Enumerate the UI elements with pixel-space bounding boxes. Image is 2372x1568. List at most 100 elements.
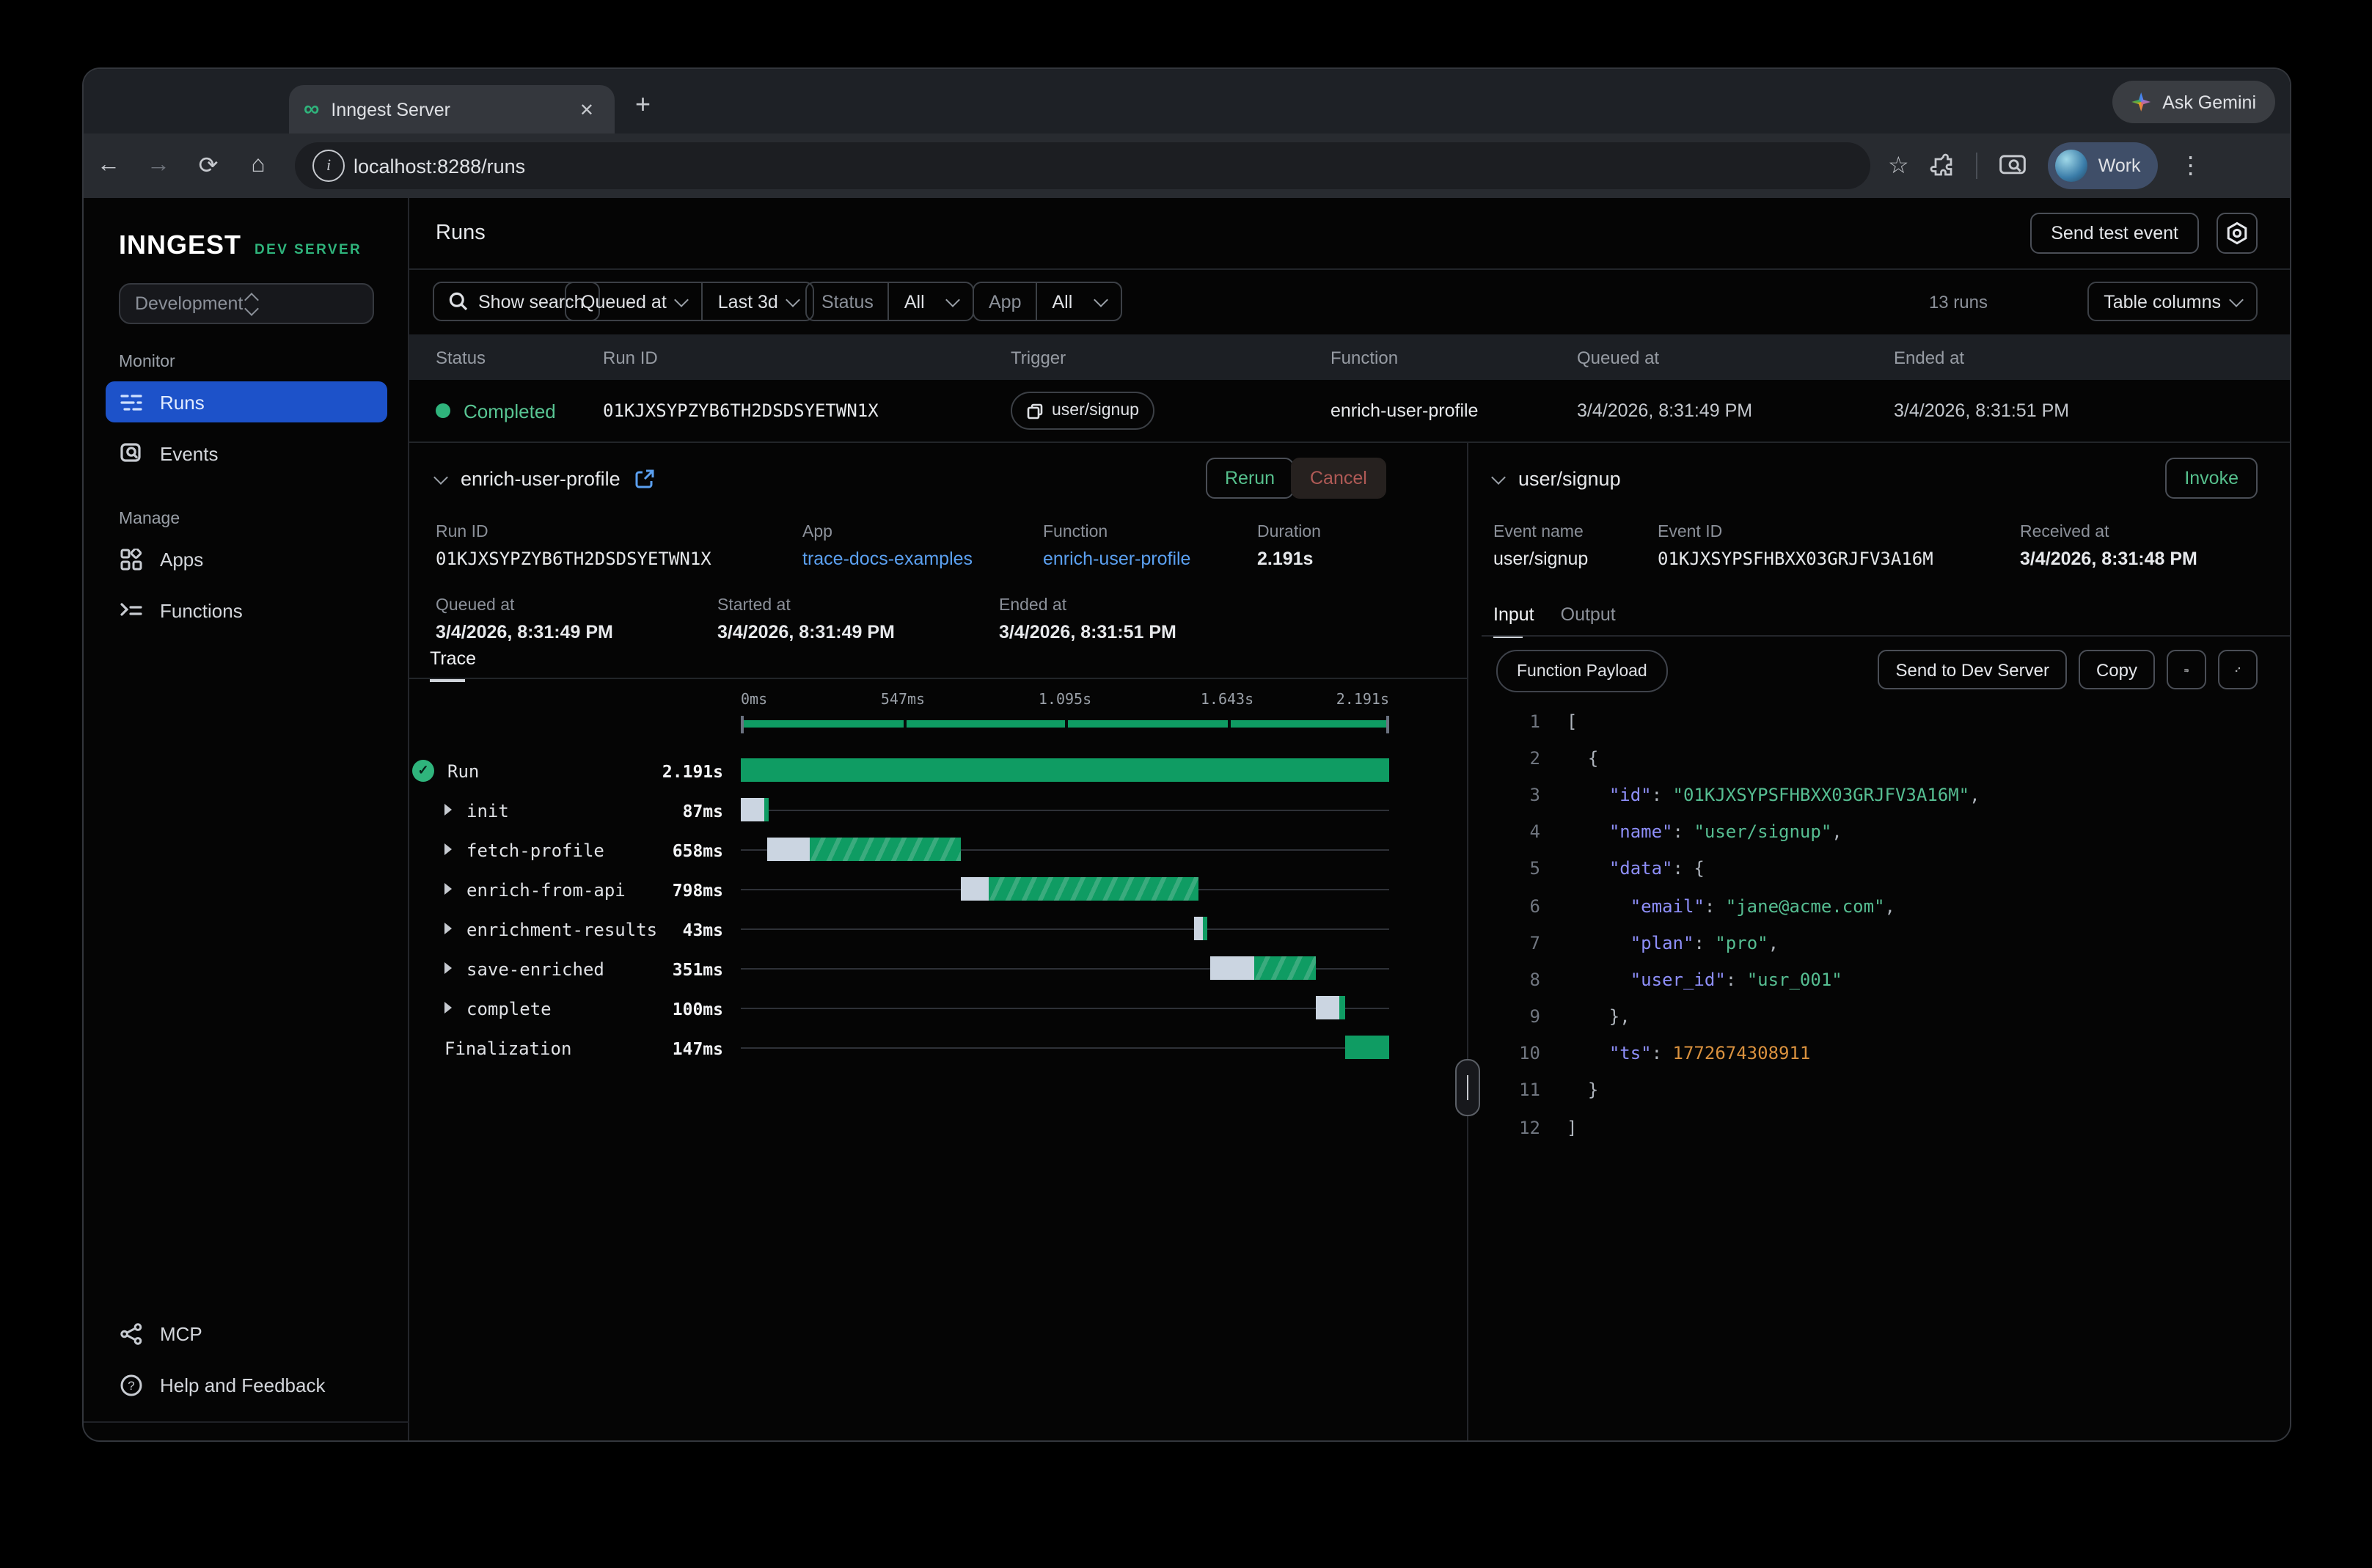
trace-bar-delay (766, 838, 810, 861)
trace-row-enrichment-results[interactable]: enrichment-results43ms (409, 909, 1467, 949)
axis-tick: 1.095s (1039, 692, 1091, 708)
code-line: 3 "id": "01KJXSYPSFHBXX03GRJFV3A16M", (1482, 777, 2290, 813)
trace-bar-hatch (1255, 956, 1316, 980)
cancel-button[interactable]: Cancel (1291, 458, 1386, 499)
panel-resize-handle[interactable] (1455, 1059, 1480, 1116)
search-tabs-icon[interactable] (1999, 153, 2028, 179)
back-icon[interactable]: ← (84, 153, 133, 179)
word-wrap-button[interactable] (2167, 650, 2206, 689)
app-filter[interactable]: App All (973, 282, 1122, 321)
trace-track (741, 810, 1389, 811)
invoke-button[interactable]: Invoke (2165, 458, 2258, 499)
send-to-dev-server-button[interactable]: Send to Dev Server (1878, 650, 2067, 689)
share-nodes-icon (119, 1322, 142, 1345)
sidebar-item-help[interactable]: ? Help and Feedback (106, 1364, 387, 1405)
url-bar[interactable]: i localhost:8288/runs (295, 142, 1870, 189)
ask-gemini-button[interactable]: Ask Gemini (2112, 81, 2275, 123)
tab-input[interactable]: Input (1493, 604, 1534, 638)
caret-right-icon[interactable] (444, 883, 452, 895)
trace-row-run[interactable]: ✓Run2.191s (409, 751, 1467, 791)
sidebar-item-mcp[interactable]: MCP (106, 1313, 387, 1354)
reload-icon[interactable]: ⟳ (183, 151, 233, 180)
send-test-event-button[interactable]: Send test event (2030, 213, 2199, 254)
browser-menu-icon[interactable]: ⋮ (2179, 151, 2203, 180)
caret-right-icon[interactable] (444, 962, 452, 974)
trace-row-init[interactable]: init87ms (409, 791, 1467, 830)
browser-tab[interactable]: ∞ Inngest Server ✕ (289, 85, 615, 133)
tab-output[interactable]: Output (1561, 604, 1616, 638)
search-icon (449, 292, 468, 311)
pane-divider (1467, 443, 1468, 1440)
payload-code-editor[interactable]: 1[2 {3 "id": "01KJXSYPSFHBXX03GRJFV3A16M… (1482, 703, 2290, 1440)
tab-close-icon[interactable]: ✕ (574, 96, 600, 122)
trace-row-save-enriched[interactable]: save-enriched351ms (409, 949, 1467, 989)
sidebar-item-functions[interactable]: Functions (106, 590, 387, 631)
trigger-pill[interactable]: user/signup (1011, 392, 1155, 430)
sidebar-item-apps[interactable]: Apps (106, 538, 387, 579)
table-columns-button[interactable]: Table columns (2087, 282, 2258, 321)
trace-row-finalization[interactable]: Finalization147ms (409, 1028, 1467, 1068)
gear-icon (2225, 221, 2249, 245)
expand-button[interactable] (2218, 650, 2258, 689)
duration-field: Duration 2.191s (1257, 524, 1321, 569)
collapse-chevron-icon[interactable] (1491, 469, 1506, 484)
caret-right-icon[interactable] (444, 804, 452, 816)
detail-panes: enrich-user-profile Rerun Cancel Run ID … (409, 443, 2290, 1440)
trace-track (741, 928, 1389, 930)
help-icon: ? (119, 1373, 142, 1396)
external-link-icon[interactable] (635, 469, 654, 488)
trace-minimap[interactable] (741, 716, 1389, 733)
trace-rows: ✓Run2.191sinit87msfetch-profile658msenri… (409, 751, 1467, 1068)
table-row[interactable]: Completed 01KJXSYPZYB6TH2DSDSYETWN1X use… (409, 380, 2290, 443)
trace-bar-solid (741, 758, 1389, 782)
caret-right-icon[interactable] (444, 923, 452, 934)
axis-tick: 547ms (881, 692, 925, 708)
collapse-chevron-icon[interactable] (433, 469, 448, 484)
sidebar-item-events[interactable]: Events (106, 433, 387, 474)
copy-button[interactable]: Copy (2079, 650, 2155, 689)
trace-bar-solid (1346, 1036, 1389, 1059)
app-link[interactable]: trace-docs-examples (802, 549, 973, 569)
chevron-down-icon (1094, 292, 1108, 307)
queued-at-filter[interactable]: Queued at Last 3d (565, 282, 815, 321)
new-tab-button[interactable]: + (635, 89, 651, 120)
logo-row: INNGEST DEV SERVER (119, 230, 362, 261)
function-link[interactable]: enrich-user-profile (1043, 549, 1190, 569)
code-text: "user_id": "usr_001" (1567, 970, 1842, 990)
status-filter[interactable]: Status All (805, 282, 975, 321)
line-number: 3 (1482, 785, 1540, 805)
app-field: App trace-docs-examples (802, 524, 973, 569)
sidebar-item-runs[interactable]: Runs (106, 381, 387, 422)
code-line: 5 "data": { (1482, 851, 2290, 887)
run-detail-header: enrich-user-profile (436, 458, 654, 499)
trace-step-label: save-enriched (466, 959, 604, 980)
trace-bar-delay (741, 798, 764, 821)
code-line: 8 "user_id": "usr_001" (1482, 961, 2290, 998)
settings-gear-button[interactable] (2217, 213, 2258, 254)
app-filter-value: All (1053, 291, 1073, 312)
environment-select-value: Development (135, 293, 246, 314)
trace-row-fetch-profile[interactable]: fetch-profile658ms (409, 830, 1467, 870)
bookmark-star-icon[interactable]: ☆ (1888, 151, 1909, 180)
caret-right-icon[interactable] (444, 843, 452, 855)
environment-select[interactable]: Development (119, 283, 374, 324)
code-text: "plan": "pro", (1567, 932, 1779, 953)
code-text: { (1567, 748, 1598, 769)
trace-bar-delay (1316, 996, 1339, 1019)
site-info-icon[interactable]: i (312, 150, 345, 182)
run-id-cell: 01KJXSYPZYB6TH2DSDSYETWN1X (603, 400, 1011, 421)
table-header-cell: Run ID (603, 347, 1011, 367)
forward-icon[interactable]: → (133, 153, 183, 179)
rerun-button[interactable]: Rerun (1206, 458, 1294, 499)
trace-row-complete[interactable]: complete100ms (409, 989, 1467, 1028)
browser-profile-chip[interactable]: Work (2049, 142, 2159, 189)
caret-right-icon[interactable] (444, 1002, 452, 1014)
function-payload-pill[interactable]: Function Payload (1496, 650, 1668, 692)
trace-row-enrich-from-api[interactable]: enrich-from-api798ms (409, 870, 1467, 909)
runs-icon (119, 390, 142, 414)
sidebar-item-label: MCP (160, 1322, 202, 1344)
check-circle-icon: ✓ (412, 760, 434, 782)
extensions-icon[interactable] (1930, 153, 1956, 179)
received-at-field: Received at 3/4/2026, 8:31:48 PM (2020, 524, 2197, 569)
home-icon[interactable]: ⌂ (233, 153, 283, 179)
